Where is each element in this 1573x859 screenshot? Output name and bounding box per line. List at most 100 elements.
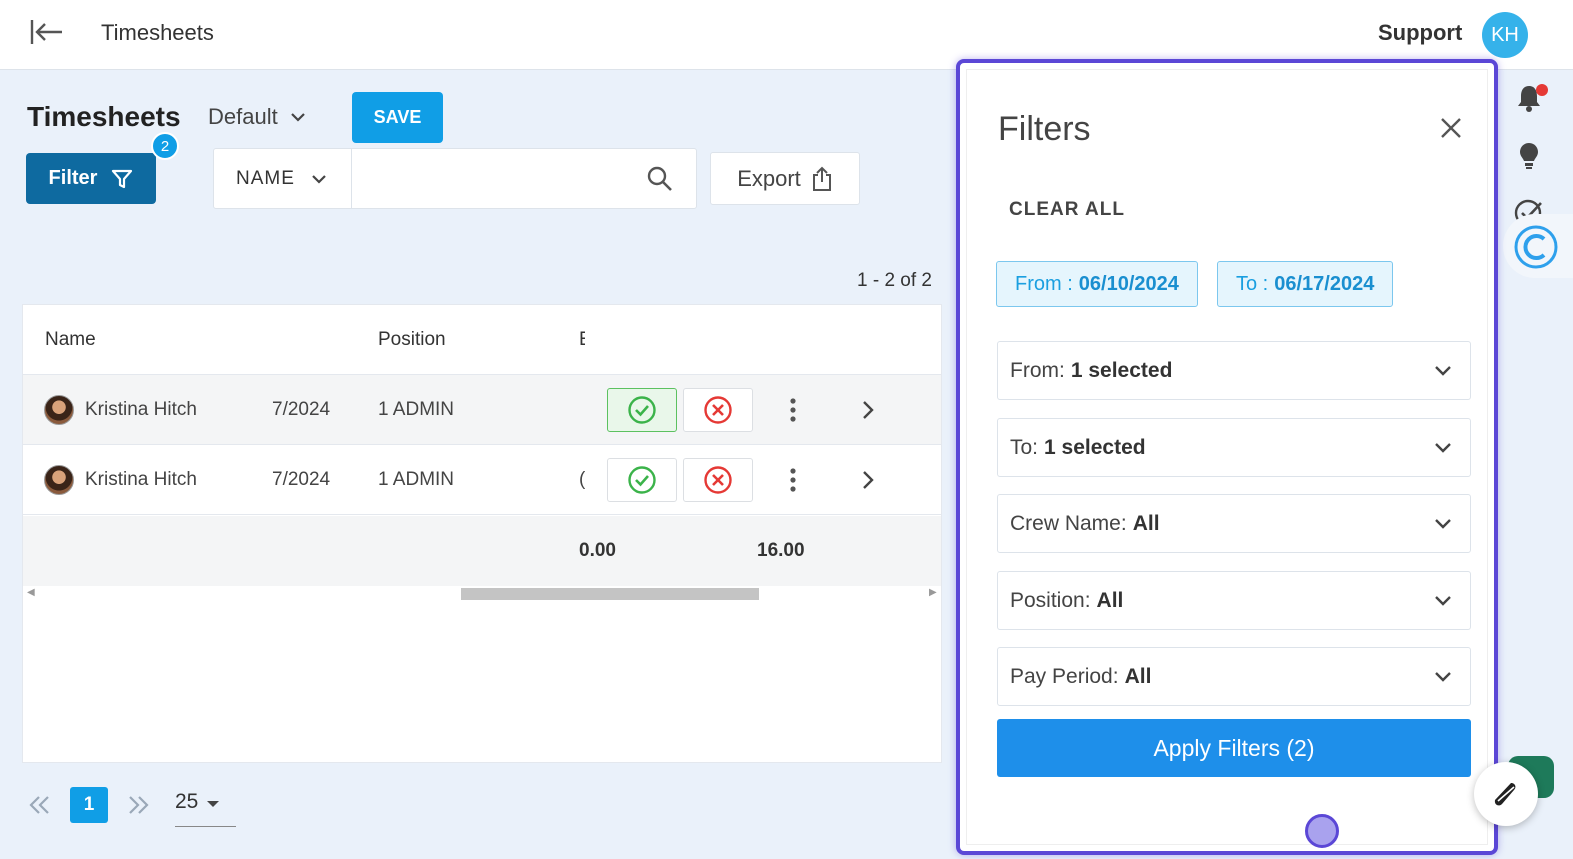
chevron-right-icon[interactable]	[856, 467, 880, 493]
apply-filters-button[interactable]: Apply Filters (2)	[997, 719, 1471, 777]
total-value: 0.00	[579, 540, 616, 561]
notification-dot	[1536, 84, 1548, 96]
more-vertical-icon[interactable]	[781, 465, 805, 495]
table-header: Name Position E	[23, 305, 941, 375]
page-number-current[interactable]: 1	[70, 787, 108, 823]
chevron-down-icon	[1435, 672, 1451, 682]
clear-all-button[interactable]: CLEAR ALL	[1009, 199, 1125, 221]
collapse-back-icon[interactable]	[28, 16, 64, 48]
date-chip-to[interactable]: To : 06/17/2024	[1217, 261, 1394, 307]
more-vertical-icon[interactable]	[781, 395, 805, 425]
funnel-icon	[112, 169, 133, 188]
page-size-value: 25	[175, 790, 199, 813]
view-select-value: Default	[208, 104, 278, 129]
chevron-down-icon	[1435, 519, 1451, 529]
chip-label: From :	[1015, 272, 1073, 295]
check-circle-icon	[628, 396, 656, 424]
dropdown-value: All	[1132, 511, 1160, 535]
search-bar: NAME	[213, 148, 697, 209]
view-select[interactable]: Default	[208, 104, 306, 130]
user-avatar[interactable]: KH	[1482, 12, 1528, 58]
dropdown-pay-period[interactable]: Pay Period: All	[997, 647, 1471, 706]
filter-button-label: Filter	[48, 167, 98, 189]
export-label: Export	[737, 165, 801, 191]
cursor-indicator	[1305, 814, 1339, 848]
first-page-icon[interactable]	[26, 789, 54, 821]
check-circle-icon	[628, 466, 656, 494]
week-date: 7/2024	[272, 399, 331, 420]
avatar	[44, 395, 74, 425]
filters-panel: Filters CLEAR ALL From : 06/10/2024 To :…	[956, 59, 1498, 855]
table-row[interactable]: Kristina Hitch 7/2024 1 ADMIN (	[23, 445, 941, 515]
dropdown-value: 1 selected	[1070, 358, 1173, 382]
close-icon[interactable]	[1437, 114, 1465, 142]
chip-value: 06/17/2024	[1274, 272, 1375, 295]
employee-name: Kristina Hitch	[85, 399, 197, 420]
scroll-left-icon[interactable]: ◀	[27, 587, 35, 598]
dropdown-label: Pay Period:	[1010, 664, 1119, 688]
reject-button[interactable]	[683, 458, 753, 502]
dropdown-from[interactable]: From: 1 selected	[997, 341, 1471, 400]
app-title: Timesheets	[101, 20, 214, 45]
dropdown-label: To:	[1010, 435, 1039, 459]
employee-name: Kristina Hitch	[85, 469, 197, 490]
share-export-icon	[812, 166, 831, 191]
lightbulb-icon[interactable]	[1513, 140, 1545, 172]
x-circle-icon	[704, 396, 732, 424]
column-header-name[interactable]: Name	[45, 329, 96, 351]
total-value: 16.00	[757, 540, 805, 561]
table-row[interactable]: Kristina Hitch 7/2024 1 ADMIN	[23, 375, 941, 445]
approve-button[interactable]	[607, 458, 677, 502]
horizontal-scrollbar[interactable]: ◀ ▶	[23, 586, 941, 600]
column-header-position[interactable]: Position	[378, 329, 446, 351]
approve-button[interactable]	[607, 388, 677, 432]
filter-count-badge: 2	[151, 132, 179, 160]
chevron-down-icon	[312, 174, 326, 184]
dropdown-crew-name[interactable]: Crew Name: All	[997, 494, 1471, 553]
position-value: 1 ADMIN	[378, 399, 455, 420]
dropdown-value: All	[1096, 588, 1124, 612]
totals-row: 0.00 16.00	[23, 516, 941, 586]
search-input[interactable]	[353, 149, 633, 208]
last-page-icon[interactable]	[124, 789, 152, 821]
position-value: 1 ADMIN	[378, 469, 455, 490]
chevron-down-icon	[1435, 366, 1451, 376]
results-count: 1 - 2 of 2	[857, 270, 932, 291]
dropdown-position[interactable]: Position: All	[997, 571, 1471, 630]
chevron-down-icon	[1435, 596, 1451, 606]
filters-title: Filters	[998, 110, 1091, 148]
search-field-select[interactable]: NAME	[214, 149, 352, 208]
page-size-select[interactable]: 25	[175, 790, 236, 827]
c-logo-icon	[1514, 225, 1558, 269]
date-chip-from[interactable]: From : 06/10/2024	[996, 261, 1198, 307]
dropdown-value: 1 selected	[1044, 435, 1146, 459]
dropdown-to[interactable]: To: 1 selected	[997, 418, 1471, 477]
dropdown-label: Position:	[1010, 588, 1091, 612]
chevron-down-icon	[290, 113, 305, 122]
assistant-badge[interactable]	[1503, 214, 1573, 278]
reject-button[interactable]	[683, 388, 753, 432]
dropdown-label: Crew Name:	[1010, 511, 1127, 535]
truncated-cell: (	[579, 469, 585, 490]
scroll-right-icon[interactable]: ▶	[929, 587, 937, 598]
column-header-truncated[interactable]: E	[579, 329, 585, 351]
support-link[interactable]: Support	[1378, 20, 1462, 46]
export-button[interactable]: Export	[710, 152, 860, 205]
caret-down-icon	[207, 801, 220, 807]
dropdown-value: All	[1124, 664, 1152, 688]
x-circle-icon	[704, 466, 732, 494]
search-field-value: NAME	[236, 167, 295, 189]
chevron-right-icon[interactable]	[856, 397, 880, 423]
chip-value: 06/10/2024	[1078, 272, 1179, 295]
search-icon[interactable]	[646, 165, 674, 193]
filter-button[interactable]: Filter	[26, 153, 156, 204]
filters-panel-body: Filters CLEAR ALL From : 06/10/2024 To :…	[966, 69, 1488, 848]
timesheet-table: Name Position E Kristina Hitch 7/2024 1 …	[22, 304, 942, 763]
scrollbar-thumb[interactable]	[461, 588, 759, 600]
chevron-down-icon	[1435, 443, 1451, 453]
chip-label: To :	[1236, 272, 1269, 295]
slash-tool-icon	[1494, 783, 1516, 806]
week-date: 7/2024	[272, 469, 331, 490]
quick-action-button[interactable]	[1474, 762, 1538, 826]
save-button[interactable]: SAVE	[352, 92, 443, 143]
